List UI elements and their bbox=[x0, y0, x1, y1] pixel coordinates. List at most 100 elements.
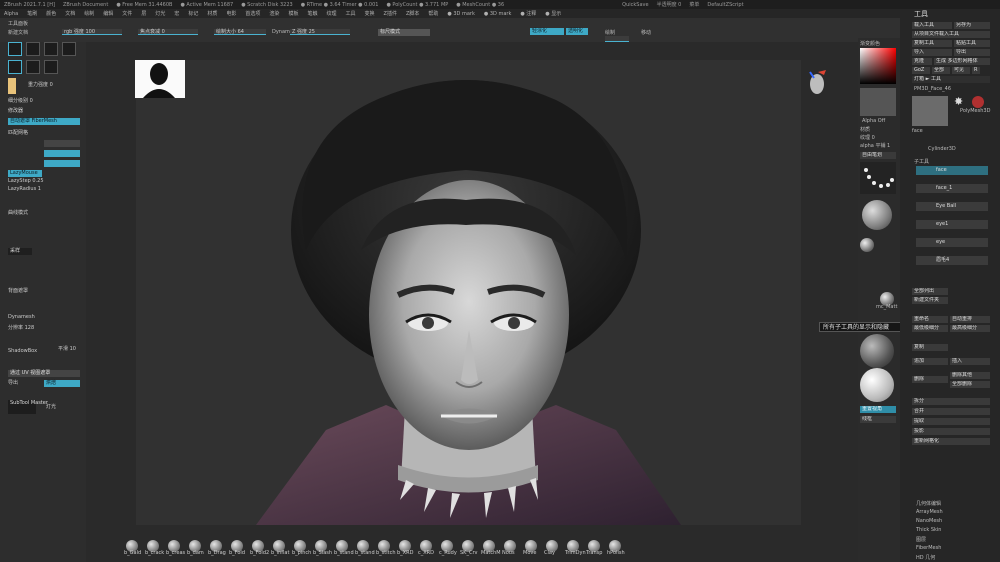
goz-button[interactable]: GoZ bbox=[912, 67, 930, 74]
menu-item[interactable]: 灯光 bbox=[155, 10, 165, 17]
sample-button[interactable]: 采样 bbox=[8, 248, 32, 255]
save-as-button[interactable]: 另存为 bbox=[954, 22, 990, 29]
menu-item[interactable]: 颜色 bbox=[46, 10, 56, 17]
toggle-a[interactable] bbox=[44, 140, 80, 147]
project-button[interactable]: 投影 bbox=[912, 428, 990, 435]
polymesh-icon[interactable] bbox=[972, 96, 984, 108]
rename-button[interactable]: 重命名 bbox=[912, 316, 948, 323]
duplicate-button[interactable]: 复制 bbox=[912, 344, 948, 351]
current-tool-thumb[interactable] bbox=[912, 96, 948, 126]
remesh-button[interactable]: 重新网格化 bbox=[912, 438, 990, 445]
make-polymesh-button[interactable]: 生成 多边形网格体 bbox=[934, 58, 990, 65]
menu-item[interactable]: 笔刷 bbox=[27, 10, 37, 17]
mat-small-1[interactable] bbox=[860, 238, 874, 252]
delete-button[interactable]: 删除 bbox=[912, 376, 948, 383]
paste-tool-button[interactable]: 粘贴工具 bbox=[954, 40, 990, 47]
load-tool-button[interactable]: 载入工具 bbox=[912, 22, 952, 29]
insert-button[interactable]: 插入 bbox=[950, 358, 990, 365]
section-hd-geometry[interactable]: HD 几何 bbox=[916, 554, 935, 561]
menu-item[interactable]: 帮助 bbox=[428, 10, 438, 17]
subtool-item[interactable]: Eye Ball bbox=[916, 202, 988, 211]
menu-item[interactable]: Alpha bbox=[4, 11, 18, 17]
extract-button[interactable]: 提取 bbox=[912, 418, 990, 425]
star-icon[interactable]: ✸ bbox=[954, 96, 966, 108]
menu-item[interactable]: ● 注释 bbox=[520, 10, 536, 17]
section-geometry[interactable]: 几何体编辑 bbox=[916, 500, 941, 507]
default-script[interactable]: DefaultZScript bbox=[707, 2, 743, 8]
color-icon[interactable] bbox=[26, 60, 40, 74]
subtool-item[interactable]: face bbox=[916, 166, 988, 175]
merge-button[interactable]: 合并 bbox=[912, 408, 990, 415]
brush-stroke-label[interactable]: 自由笔划 bbox=[860, 152, 896, 159]
menu-item[interactable]: 标记 bbox=[188, 10, 198, 17]
lights-button[interactable]: 灯光 bbox=[46, 404, 56, 411]
menu-item[interactable]: 绘制 bbox=[84, 10, 94, 17]
append-button[interactable]: 追加 bbox=[912, 358, 948, 365]
subtool-item[interactable]: eye1 bbox=[916, 220, 988, 229]
lazymouse-button[interactable]: LazyMouse bbox=[8, 170, 42, 177]
menu-item[interactable]: 材质 bbox=[207, 10, 217, 17]
ruler-mode-field[interactable]: 标尺模式 bbox=[378, 29, 430, 36]
lightbox-tools-button[interactable]: 灯箱 ► 工具 bbox=[912, 76, 990, 83]
subtool-item[interactable]: face_1 bbox=[916, 184, 988, 193]
export-button[interactable]: 导出 bbox=[8, 380, 18, 387]
move-button[interactable]: 移动 bbox=[641, 29, 651, 36]
brush-mode-b-button[interactable]: 透明化 bbox=[566, 28, 588, 35]
basic-material-ball[interactable] bbox=[860, 368, 894, 402]
material-icon[interactable] bbox=[8, 60, 22, 74]
clone-button[interactable]: 克隆 bbox=[912, 58, 932, 65]
alpha-preview[interactable] bbox=[860, 88, 896, 116]
focal-shift-slider[interactable]: 焦点衰减 0 bbox=[138, 29, 198, 35]
automask-fibermesh-button[interactable]: 自动遮罩 FiberMesh bbox=[8, 118, 80, 125]
menu-item[interactable]: 宏 bbox=[174, 10, 179, 17]
quicksave-button[interactable]: QuickSave bbox=[622, 2, 648, 8]
alpha-icon[interactable] bbox=[44, 42, 58, 56]
backface-mask-button[interactable]: 背面遮罩 bbox=[8, 288, 28, 295]
import-button[interactable]: 导入 bbox=[912, 49, 952, 56]
menu-item[interactable]: Z脚本 bbox=[406, 10, 419, 17]
split-button[interactable]: 拆分 bbox=[912, 398, 990, 405]
gradient-icon[interactable] bbox=[44, 60, 58, 74]
menu-item[interactable]: 层 bbox=[141, 10, 146, 17]
subtool-item[interactable]: eye bbox=[916, 238, 988, 247]
menu-item[interactable]: ● 3D mark bbox=[447, 11, 474, 17]
reset-view-button[interactable]: 重置视角 bbox=[860, 406, 896, 413]
load-from-project-button[interactable]: 从项目文件载入工具 bbox=[912, 31, 990, 38]
section-nanomesh[interactable]: NanoMesh bbox=[916, 518, 942, 524]
stroke-icon[interactable] bbox=[26, 42, 40, 56]
delete-other-button[interactable]: 删除其他 bbox=[950, 372, 990, 379]
draw-button[interactable]: 绘制 bbox=[605, 29, 615, 36]
brush-mode-a-button[interactable]: 轻涂化 bbox=[530, 28, 564, 35]
menu-item[interactable]: 模板 bbox=[288, 10, 298, 17]
export-tool-button[interactable]: 导出 bbox=[954, 49, 990, 56]
new-folder-button[interactable]: 新建文件夹 bbox=[912, 297, 948, 304]
draw-size-slider[interactable]: 绘制大小 64 bbox=[214, 29, 266, 35]
menu-item[interactable]: Z插件 bbox=[384, 10, 397, 17]
delete-all-button[interactable]: 全部删除 bbox=[950, 381, 990, 388]
stroke-preview[interactable] bbox=[860, 162, 896, 194]
menu-item[interactable]: 文件 bbox=[122, 10, 132, 17]
navigation-head-icon[interactable] bbox=[806, 70, 828, 94]
texture-icon[interactable] bbox=[62, 42, 76, 56]
subtool-item[interactable]: 眉毛4 bbox=[916, 256, 988, 265]
all-high-button[interactable]: 最高级细分 bbox=[950, 325, 990, 332]
menu-item[interactable]: 首选项 bbox=[245, 10, 260, 17]
toggle-b[interactable] bbox=[44, 150, 80, 157]
brush-icon[interactable] bbox=[8, 42, 22, 56]
lazystep-slider[interactable]: LazyStep 0.25 bbox=[8, 178, 44, 185]
menu-item[interactable]: 编辑 bbox=[103, 10, 113, 17]
menu-item[interactable]: ● 显示 bbox=[545, 10, 561, 17]
z-intensity-slider[interactable]: Z 强度 25 bbox=[290, 29, 350, 35]
section-fibermesh[interactable]: FiberMesh bbox=[916, 545, 941, 551]
transparency-slider[interactable]: 半透明度 0 bbox=[657, 1, 682, 8]
menu-item[interactable]: 渲染 bbox=[269, 10, 279, 17]
uv-mask-button[interactable]: 通过 UV 视图遮罩 bbox=[8, 370, 80, 377]
color-picker[interactable] bbox=[860, 48, 896, 84]
subtool-master-button[interactable]: SubTool Master bbox=[8, 400, 48, 414]
menu-item[interactable]: 纹理 bbox=[326, 10, 336, 17]
menu-item[interactable]: 变换 bbox=[365, 10, 375, 17]
menu-toggle[interactable]: 菜单 bbox=[689, 1, 699, 8]
resolution-slider[interactable]: 分辨率 128 bbox=[8, 325, 34, 332]
section-arraymesh[interactable]: ArrayMesh bbox=[916, 509, 943, 515]
rgb-strength-slider[interactable]: rgb 强度 100 bbox=[62, 29, 122, 35]
